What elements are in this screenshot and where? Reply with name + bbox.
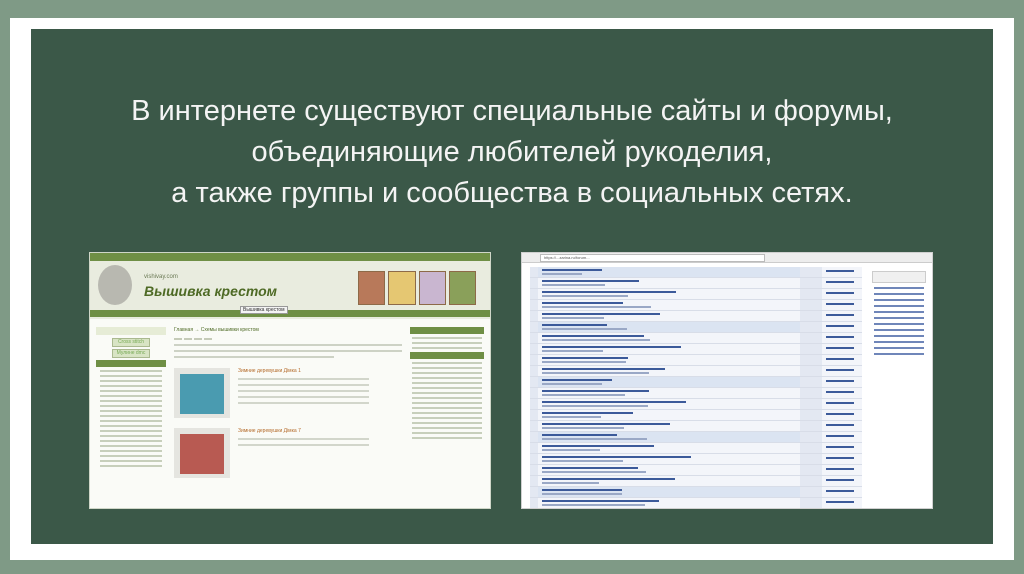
forum-topic-row [530,333,862,344]
forum-topic-row [530,311,862,322]
site-right-sidebar [410,327,484,502]
slide: В интернете существуют специальные сайты… [31,29,993,544]
site-url: vishivay.com [144,274,178,280]
sidebar-button-2: Мулине dmc [112,349,150,358]
site-left-sidebar: Cross stitch Мулине dmc [96,327,166,502]
title-line-3: а также группы и сообщества в социальных… [171,177,853,209]
forum-topic-row [530,344,862,355]
site-tabs [174,338,402,340]
title-line-2: объединяющие любителей рукоделия, [251,136,773,168]
forum-sidebar [870,267,928,502]
pattern-item: Зимние деревушки Дімка 7 [174,428,402,478]
forum-topic-row [530,498,862,508]
pattern-thumbnail [174,368,230,418]
browser-address: https://...zarina.ru/forum... [540,254,765,262]
forum-topic-row [530,399,862,410]
slide-title: В интернете существуют специальные сайты… [71,91,953,214]
forum-screenshot: https://...zarina.ru/forum... [521,252,933,509]
pattern-title: Зимние деревушки Дімка 1 [238,368,301,374]
forum-topic-row [530,476,862,487]
forum-topic-row [530,377,862,388]
cross-stitch-site-screenshot: vishivay.com Вышивка крестом Вышивка кре… [89,252,491,509]
header-pictures [358,271,476,305]
site-top-bar [90,253,490,261]
forum-topic-row [530,355,862,366]
site-logo-icon [98,265,132,305]
forum-topic-row [530,432,862,443]
forum-topic-table [530,267,862,508]
forum-topic-row [530,421,862,432]
pattern-title: Зимние деревушки Дімка 7 [238,428,301,434]
site-nav-bar [90,310,490,317]
forum-topic-row [530,289,862,300]
forum-topic-row [530,278,862,289]
forum-topic-row [530,465,862,476]
forum-topic-row [530,366,862,377]
forum-topic-row [530,410,862,421]
sidebar-button-1: Cross stitch [112,338,150,347]
forum-topic-row [530,487,862,498]
browser-bar: https://...zarina.ru/forum... [522,253,932,263]
title-line-1: В интернете существуют специальные сайты… [131,95,893,127]
forum-topic-row [530,388,862,399]
forum-topic-row [530,454,862,465]
pattern-item: Зимние деревушки Дімка 1 [174,368,402,418]
forum-topic-row [530,300,862,311]
site-main-content: Главная → Схемы вышивки крестом Зимние д… [174,327,402,502]
forum-topic-row [530,267,862,278]
forum-topic-row [530,322,862,333]
site-name: Вышивка крестом [144,283,278,299]
site-breadcrumb: Главная → Схемы вышивки крестом [174,327,259,333]
forum-topic-row [530,443,862,454]
pattern-thumbnail [174,428,230,478]
nav-tooltip: Вышивка крестом [240,306,288,314]
